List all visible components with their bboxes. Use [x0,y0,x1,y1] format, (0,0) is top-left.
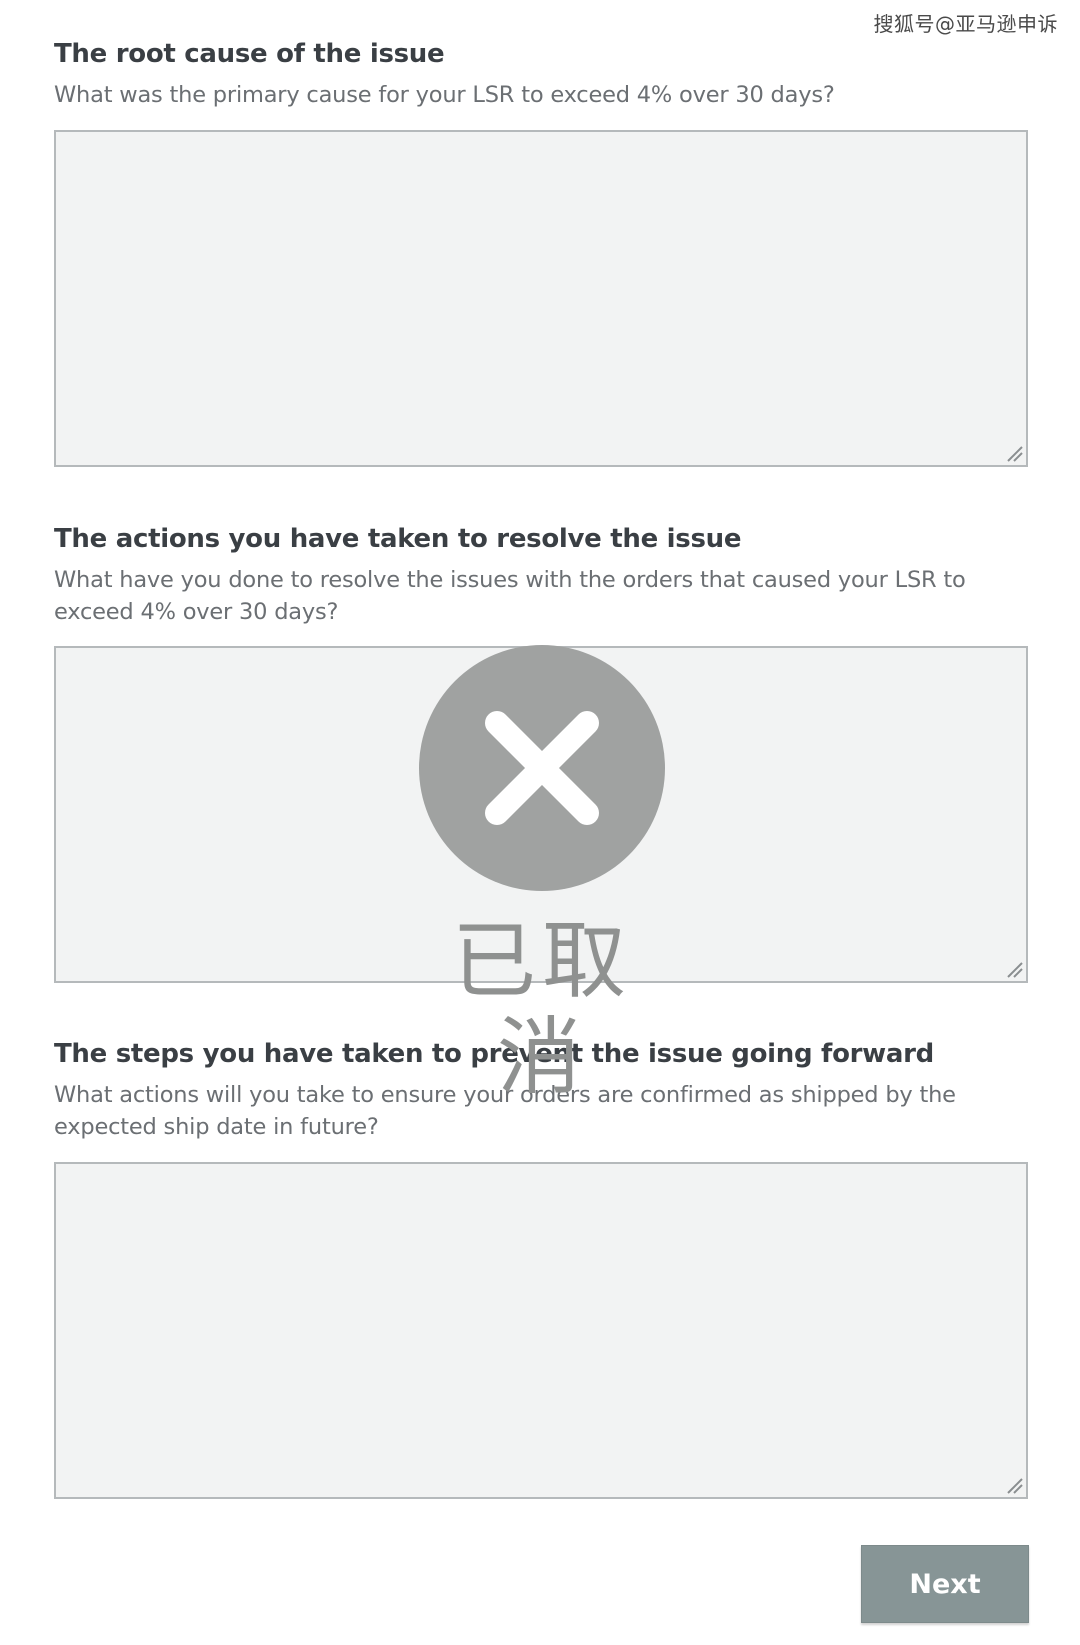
root-cause-title: The root cause of the issue [54,39,445,69]
watermark-text: 搜狐号@亚马逊申诉 [873,12,1058,36]
resize-grip-icon[interactable] [1002,957,1024,979]
root-cause-hint: What was the primary cause for your LSR … [54,82,835,108]
close-icon [485,711,599,825]
resolve-actions-section: The actions you have taken to resolve th… [54,523,1030,628]
next-button[interactable]: Next [861,1545,1029,1623]
cancelled-overlay: 已取消 [419,645,665,1105]
resolve-actions-title: The actions you have taken to resolve th… [54,524,742,554]
root-cause-textarea[interactable] [54,130,1028,467]
cancelled-status-text: 已取消 [451,912,632,1106]
resize-grip-icon[interactable] [1002,441,1024,463]
resize-grip-icon[interactable] [1002,1473,1024,1495]
prevention-steps-textarea[interactable] [54,1162,1028,1499]
resolve-actions-hint: What have you done to resolve the issues… [54,567,966,625]
cancelled-circle [419,645,665,891]
root-cause-section: The root cause of the issue What was the… [54,38,1030,111]
